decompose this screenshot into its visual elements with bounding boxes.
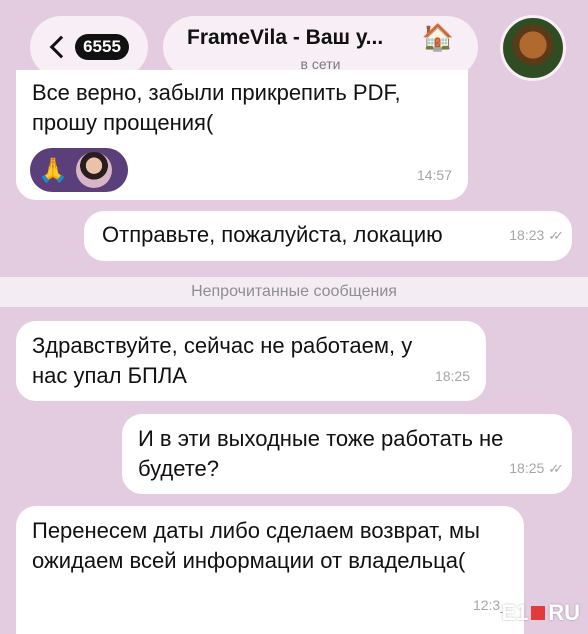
message-time: 18:25 ✓✓ <box>509 460 564 476</box>
praying-hands-emoji: 🙏 <box>38 156 68 184</box>
read-checkmarks-icon: ✓✓ <box>548 228 564 243</box>
message-text: Отправьте, пожалуйста, локацию <box>102 222 443 247</box>
message-reactions[interactable]: 🙏 <box>30 148 128 192</box>
chat-title: FrameVila - Ваш у... <box>187 26 384 49</box>
chat-header[interactable]: FrameVila - Ваш у... 🏠 в сети <box>163 16 478 78</box>
house-icon: 🏠 <box>421 22 454 52</box>
read-checkmarks-icon: ✓✓ <box>548 461 564 476</box>
message-text: И в эти выходные тоже работать не будете… <box>138 426 504 481</box>
chevron-left-icon <box>49 35 73 59</box>
message-outgoing[interactable]: И в эти выходные тоже работать не будете… <box>122 414 572 494</box>
message-incoming[interactable]: Перенесем даты либо сделаем возврат, мы … <box>16 506 524 634</box>
message-time: 18:23 ✓✓ <box>509 227 564 243</box>
message-time: 18:25 <box>434 368 470 384</box>
message-text: Перенесем даты либо сделаем возврат, мы … <box>32 518 480 573</box>
message-text: Все верно, забыли прикрепить PDF, прошу … <box>32 80 401 135</box>
watermark-logo: E1 RU <box>501 600 580 625</box>
back-button[interactable]: 6555 <box>30 16 148 78</box>
message-incoming[interactable]: Здравствуйте, сейчас не работаем, у нас … <box>16 321 486 401</box>
unread-count-badge: 6555 <box>75 34 129 60</box>
reactor-avatar <box>75 152 112 188</box>
unread-divider: Непрочитанные сообщения <box>0 277 588 307</box>
message-time: 14:57 <box>416 167 452 183</box>
message-text: Здравствуйте, сейчас не работаем, у нас … <box>32 333 413 388</box>
contact-avatar[interactable] <box>500 15 566 81</box>
message-outgoing[interactable]: Отправьте, пожалуйста, локацию 18:23 ✓✓ <box>84 211 572 261</box>
